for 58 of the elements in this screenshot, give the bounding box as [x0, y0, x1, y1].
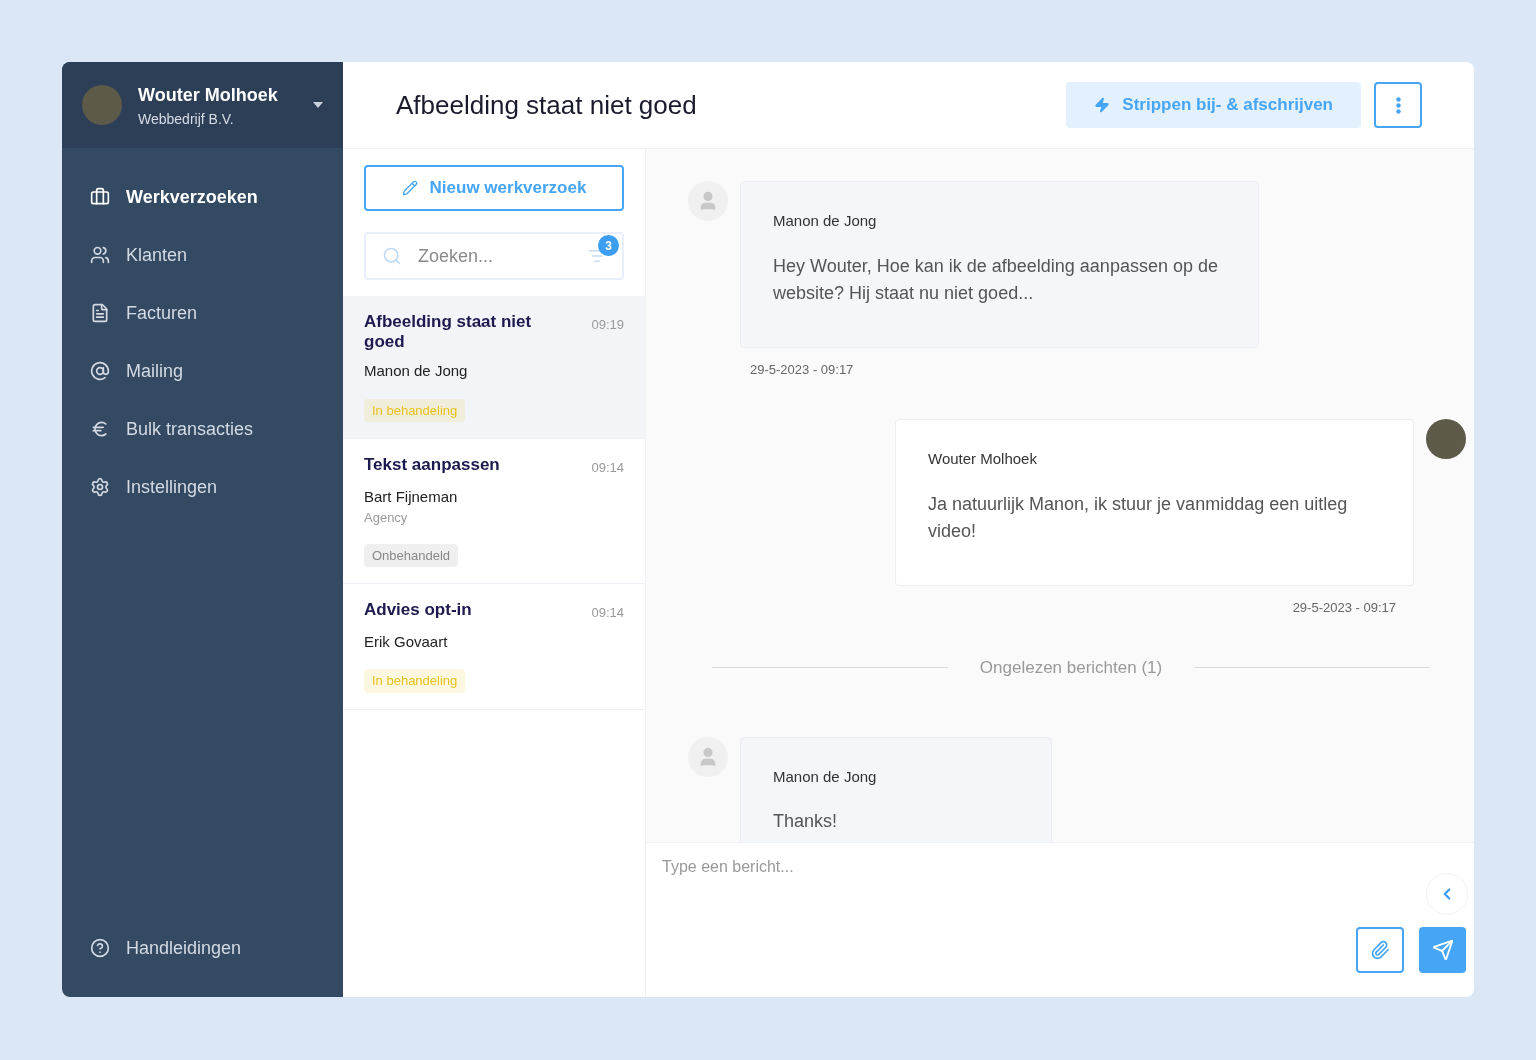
avatar-placeholder: [688, 736, 728, 777]
company-name: Webbedrijf B.V.: [138, 110, 235, 129]
message-date: 29-5-2023 - 09:17: [1292, 598, 1396, 617]
message-text: Ja natuurlijk Manon, ik stuur je vanmiddag een uitleg video!: [928, 492, 1349, 543]
dropdown-caret-icon: [313, 102, 323, 108]
avatar-photo-placeholder: [82, 85, 122, 125]
nav-item[interactable]: Instellingen: [62, 458, 343, 516]
more-icon: [1395, 96, 1401, 114]
status-label: In behandeling: [364, 398, 466, 422]
request-title: Tekst aanpassen: [364, 455, 501, 476]
status-label: In behandeling: [364, 669, 466, 693]
request-time: 09:14: [591, 604, 624, 622]
at-sign-icon: [90, 361, 110, 381]
status-label: Onbehandeld: [364, 543, 459, 567]
message-date: 29-5-2023 - 09:17: [750, 360, 854, 379]
users-icon: [90, 245, 110, 265]
avatar-placeholder: [688, 181, 728, 221]
paperclip-icon: [1370, 940, 1390, 960]
account-header[interactable]: Wouter Molhoek Webbedrijf B.V.: [62, 62, 343, 148]
search-input[interactable]: Zoeken...: [418, 242, 572, 270]
customer-name: Manon de Jong: [364, 361, 469, 381]
send-button[interactable]: [1419, 927, 1466, 973]
filter-count-badge: 3: [598, 235, 619, 256]
briefcase-icon: [90, 187, 110, 207]
send-icon: [1431, 939, 1454, 961]
pencil-icon: [401, 180, 418, 196]
settings-icon: [90, 477, 110, 497]
customer-name: Erik Govaart: [364, 631, 449, 652]
user-name: Wouter Molhoek: [138, 84, 279, 107]
nav-item[interactable]: Handleidingen: [62, 919, 343, 977]
request-item[interactable]: Afbeelding staat niet goed 09:19 Manon de Jong In behandeling: [343, 296, 645, 439]
request-time: 09:14: [591, 459, 624, 477]
more-button[interactable]: [1374, 82, 1422, 128]
message-text: Hey Wouter, Hoe kan ik de afbeelding aanpassen op de website? Hij staat nu niet goed...: [773, 254, 1219, 305]
message-input[interactable]: Type een bericht...: [662, 855, 1362, 879]
message-author: Manon de Jong: [773, 766, 878, 787]
unread-divider-label: Ongelezen berichten (1): [979, 657, 1163, 679]
nav-item[interactable]: Mailing: [62, 342, 343, 400]
customer-name: Bart Fijneman: [364, 486, 459, 507]
nav-item[interactable]: Facturen: [62, 284, 343, 342]
document-icon: [90, 303, 110, 323]
help-icon: [90, 938, 110, 958]
nav-item[interactable]: Werkverzoeken: [62, 168, 343, 226]
message-text: Thanks!: [773, 810, 839, 833]
request-title: Advies opt-in: [364, 600, 473, 621]
page-title: Afbeelding staat niet goed: [396, 88, 698, 122]
request-time: 09:19: [591, 316, 624, 334]
message-author: Manon de Jong: [773, 211, 878, 231]
attach-button[interactable]: [1356, 927, 1404, 973]
nav-item[interactable]: Klanten: [62, 226, 343, 284]
message-author: Wouter Molhoek: [928, 449, 1038, 469]
customer-company: Agency: [364, 509, 409, 527]
avatar-photo-placeholder: [1426, 419, 1466, 459]
request-title: Afbeelding staat niet goed: [364, 312, 533, 352]
collapse-button[interactable]: [1426, 873, 1468, 915]
lightning-icon: [1094, 97, 1111, 113]
nav-item[interactable]: Bulk transacties: [62, 400, 343, 458]
search-icon: [382, 246, 402, 266]
